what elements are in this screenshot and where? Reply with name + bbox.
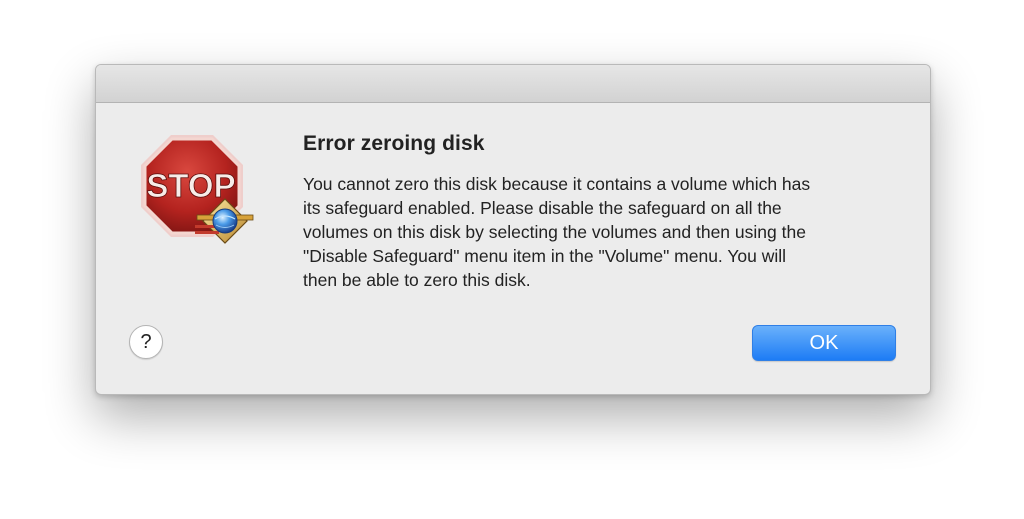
message-line: You cannot zero this disk because it con… [303, 174, 811, 194]
dialog-titlebar[interactable] [96, 65, 930, 103]
help-icon: ? [140, 330, 152, 353]
message-line: volumes on this disk by selecting the vo… [303, 222, 806, 242]
dialog-title: Error zeroing disk [303, 132, 485, 155]
ok-button[interactable]: OK [752, 325, 896, 361]
screen-background: STOP Error zeroing disk You cannot zero … [0, 0, 1024, 519]
message-line: then be able to zero this disk. [303, 270, 531, 290]
alert-dialog: STOP Error zeroing disk You cannot zero … [95, 64, 931, 395]
ok-button-label: OK [809, 331, 839, 354]
message-line: "Disable Safeguard" menu item in the "Vo… [303, 246, 787, 266]
dialog-message: You cannot zero this disk because it con… [303, 172, 903, 292]
stop-sign-icon: STOP [139, 133, 259, 249]
stop-sign-text: STOP [146, 167, 235, 204]
message-line: its safeguard enabled. Please disable th… [303, 198, 782, 218]
help-button[interactable]: ? [129, 325, 163, 359]
